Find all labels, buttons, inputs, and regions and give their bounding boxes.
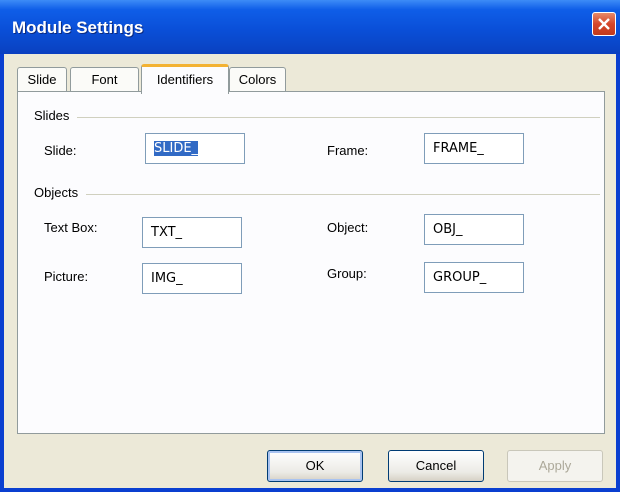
title-bar[interactable]: Module Settings	[0, 0, 620, 54]
slides-group-label: Slides	[34, 108, 78, 123]
slides-separator	[34, 117, 600, 118]
tab-slide-label: Slide	[27, 72, 57, 87]
frame-prefix-value: FRAME_	[433, 141, 484, 156]
slide-prefix-value: SLIDE_	[154, 141, 199, 156]
object-prefix-value: OBJ_	[433, 222, 463, 237]
cancel-button[interactable]: Cancel	[388, 450, 484, 482]
tab-identifiers[interactable]: Identifiers	[141, 64, 229, 94]
object-label: Object:	[327, 220, 369, 235]
tab-slide[interactable]: Slide	[17, 67, 67, 92]
picture-prefix-input[interactable]: IMG_	[142, 263, 242, 294]
tab-panel: Slides Slide: SLIDE_ Frame: FRAME_ Objec…	[17, 91, 605, 434]
tab-colors-label: Colors	[238, 72, 277, 87]
text-box-prefix-value: TXT_	[151, 225, 183, 240]
dialog-window: Module Settings Slide Font Identifiers C…	[0, 0, 620, 492]
ok-button-label: OK	[305, 458, 325, 473]
slide-prefix-input[interactable]: SLIDE_	[145, 133, 245, 164]
dialog-client: Slide Font Identifiers Colors Slides Sli…	[4, 54, 616, 488]
picture-prefix-value: IMG_	[151, 271, 183, 286]
text-box-label: Text Box:	[44, 220, 98, 235]
window-title: Module Settings	[12, 18, 144, 37]
objects-separator	[34, 194, 600, 195]
group-label: Group:	[327, 266, 367, 281]
tab-font[interactable]: Font	[70, 67, 139, 92]
ok-button[interactable]: OK	[267, 450, 363, 482]
tab-colors[interactable]: Colors	[229, 67, 286, 92]
object-prefix-input[interactable]: OBJ_	[424, 214, 524, 245]
close-icon	[598, 18, 610, 30]
frame-prefix-input[interactable]: FRAME_	[424, 133, 524, 164]
apply-button[interactable]: Apply	[507, 450, 603, 482]
objects-group-label: Objects	[34, 185, 87, 200]
tab-font-label: Font	[91, 72, 118, 87]
slide-label: Slide:	[44, 143, 77, 158]
frame-label: Frame:	[327, 143, 369, 158]
tab-identifiers-label: Identifiers	[156, 72, 214, 87]
group-prefix-value: GROUP_	[433, 270, 487, 285]
text-box-prefix-input[interactable]: TXT_	[142, 217, 242, 248]
picture-label: Picture:	[44, 269, 89, 284]
cancel-button-label: Cancel	[415, 458, 457, 473]
group-prefix-input[interactable]: GROUP_	[424, 262, 524, 293]
apply-button-label: Apply	[538, 458, 572, 473]
close-button[interactable]	[592, 12, 616, 36]
